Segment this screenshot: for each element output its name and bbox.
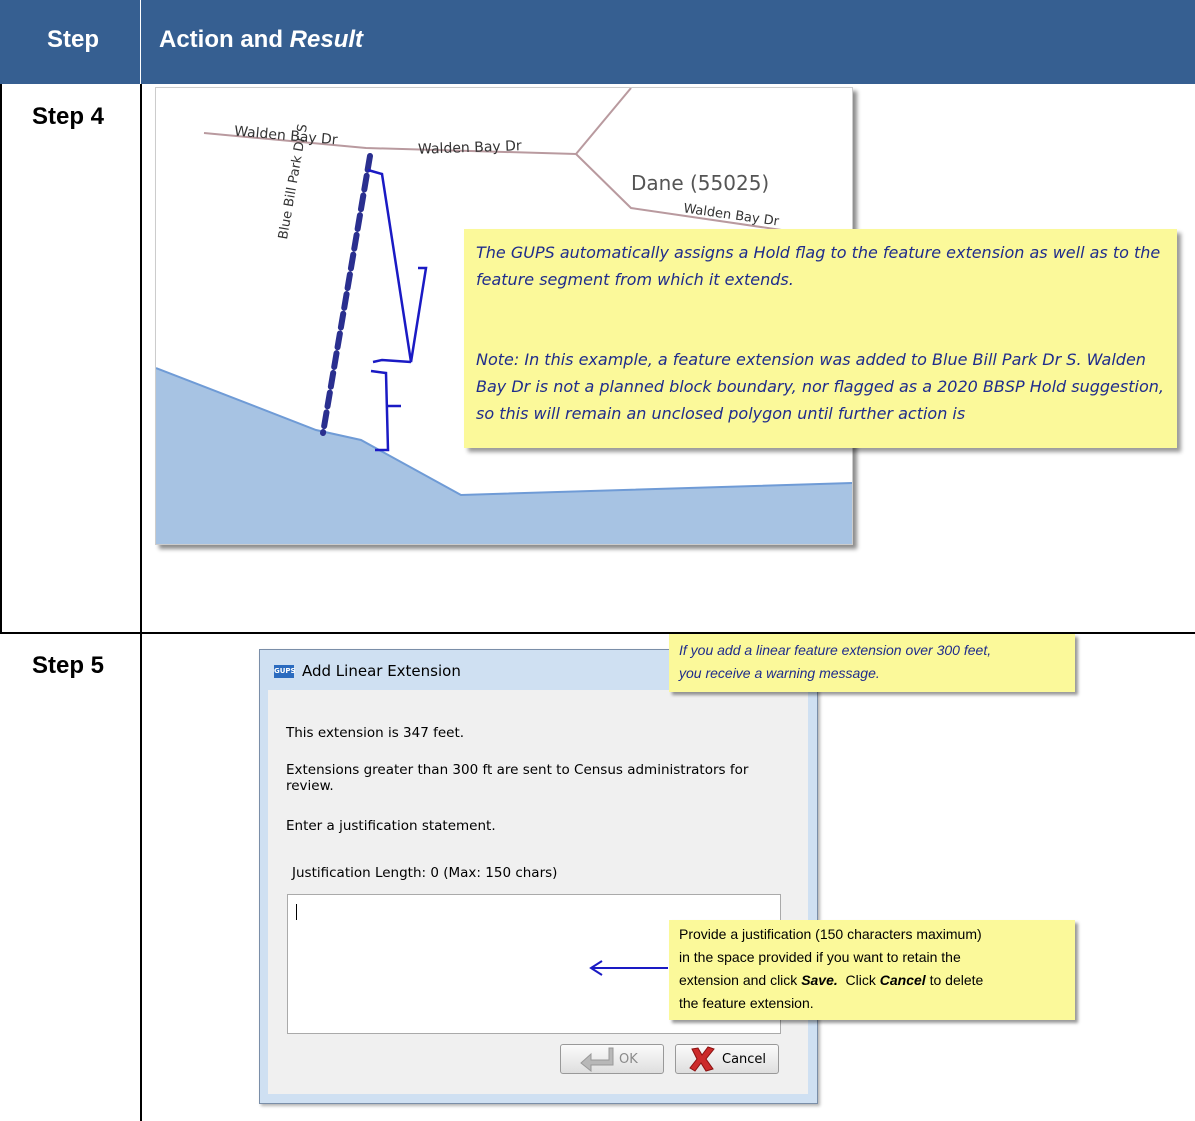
jc-line3b: Click [837,972,880,988]
justification-callout-line4: the feature extension. [679,995,814,1011]
dialog-body: This extension is 347 feet. Extensions g… [268,690,808,1094]
table-header: Step Action and Result [0,0,1195,84]
cancel-label: Cancel [722,1052,767,1067]
header-action-result: Result [289,26,364,53]
header-action-text: Action and [159,26,290,53]
justification-callout-line1: Provide a justification (150 characters … [679,926,982,942]
extension-length-text: This extension is 347 feet. [286,725,465,741]
bracket-upper [367,168,428,364]
warning-callout-line2: you receive a warning message. [679,665,880,681]
justification-callout-line3: extension and click Save. Click Cancel t… [679,969,1065,992]
extension-warning-text-line1: Extensions greater than 300 ft are sent … [286,762,749,778]
extension-warning-text-line2: review. [286,778,334,794]
cancel-x-icon [689,1046,715,1072]
justification-callout-line2: in the space provided if you want to ret… [679,949,961,965]
warning-callout-line1: If you add a linear feature extension ov… [679,642,992,658]
header-step: Step [47,26,100,53]
justification-prompt: Enter a justification statement. [286,818,496,834]
ok-button[interactable]: OK [560,1044,664,1074]
dialog-title: Add Linear Extension [302,662,461,680]
jc-save: Save. [801,972,838,988]
cancel-button[interactable]: Cancel [675,1044,779,1074]
ok-label: OK [619,1052,638,1067]
justification-callout: Provide a justification (150 characters … [669,920,1075,1020]
header-action: Action and Result [159,26,363,54]
map-label-county: Dane (55025) [631,171,770,195]
road-walden-bay-east [575,153,837,239]
callout-para1: The GUPS automatically assigns a Hold fl… [476,243,1161,289]
add-linear-extension-dialog: GUPS Add Linear Extension This extension… [259,649,818,1104]
justification-length-label: Justification Length: 0 (Max: 150 chars) [292,865,558,881]
jc-line3a: extension and click [679,972,802,988]
table-left-border [0,84,2,633]
gups-app-icon: GUPS [274,665,296,678]
ok-arrow-icon [580,1047,614,1072]
feature-extension-line [320,153,373,436]
jc-line3c: to delete [925,972,984,988]
pointer-arrow-icon [589,960,668,976]
step-5-label: Step 5 [32,652,105,679]
bracket-lower [370,369,401,452]
jc-cancel: Cancel [879,972,926,988]
column-divider [140,84,142,1121]
hold-flag-callout: The GUPS automatically assigns a Hold fl… [464,229,1177,448]
header-divider [140,0,141,84]
callout-para2: Note: In this example, a feature extensi… [476,350,1164,423]
warning-callout: If you add a linear feature extension ov… [669,634,1075,692]
text-caret [296,904,297,920]
step-4-label: Step 4 [32,103,105,130]
